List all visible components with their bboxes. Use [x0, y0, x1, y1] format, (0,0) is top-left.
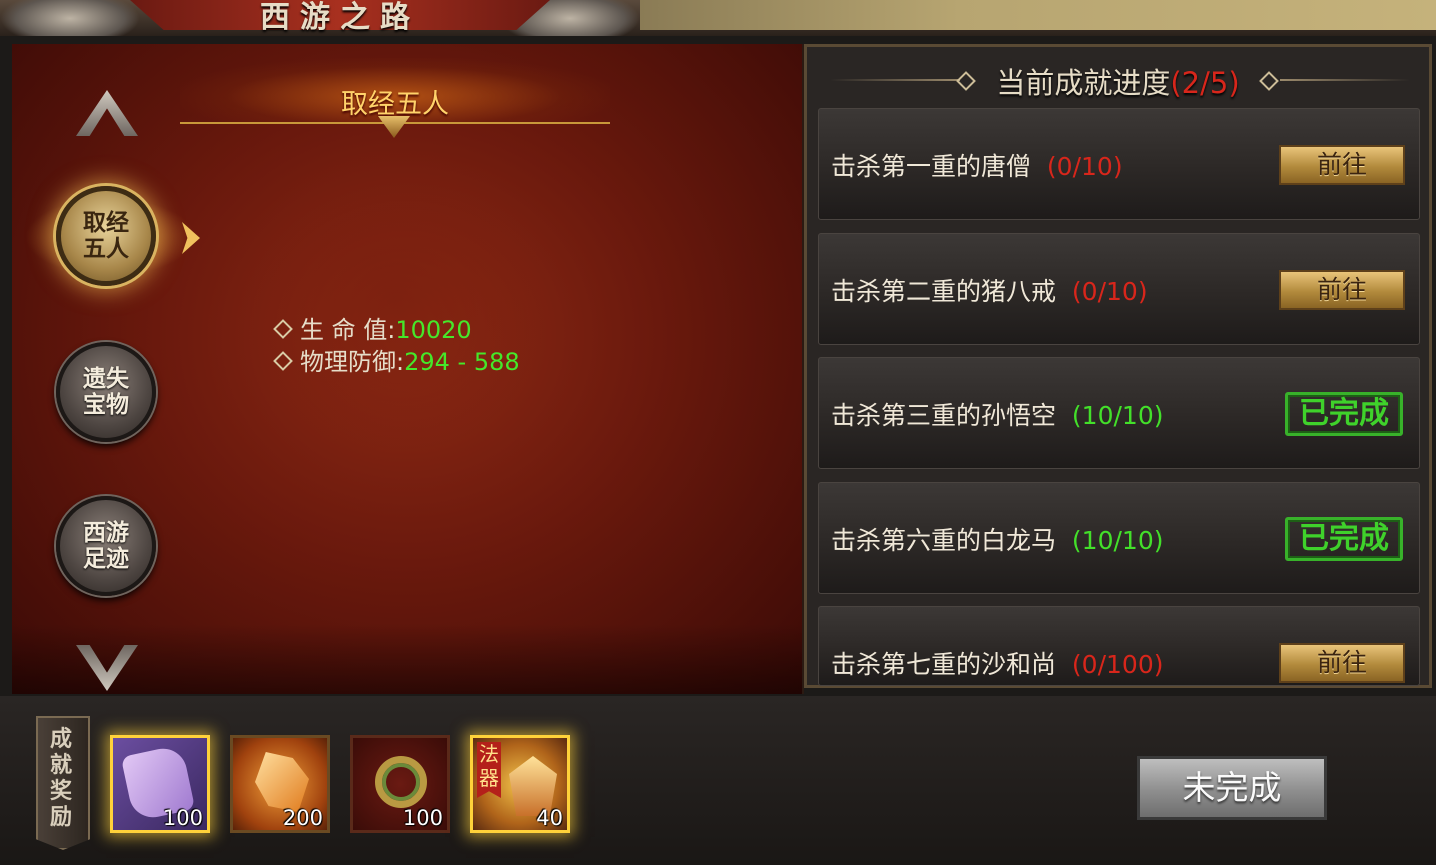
category-label: 取经五人 — [83, 209, 129, 262]
progress-title-text: 当前成就进度 — [996, 66, 1171, 100]
stat-hp: 生 命 值:10020 — [273, 314, 472, 346]
reward-slot[interactable]: 200 — [230, 735, 330, 833]
incomplete-button[interactable]: 未完成 — [1137, 756, 1327, 820]
task-text: 击杀第二重的猪八戒 (0/10) — [831, 272, 1148, 308]
category-button-qujing-wuren[interactable]: 取经五人 — [56, 186, 156, 286]
task-text: 击杀第一重的唐僧 (0/10) — [831, 147, 1123, 183]
category-button-xiyou-zuji[interactable]: 西游足迹 — [56, 496, 156, 596]
stage-title: 取经五人 — [341, 89, 449, 120]
task-count: (10/10) — [1071, 526, 1164, 555]
task-count: (0/100) — [1071, 650, 1164, 679]
task-row: 击杀第三重的孙悟空 (10/10) 已完成 — [818, 357, 1420, 469]
reward-qty: 100 — [402, 806, 443, 830]
stat-physical-defense: 物理防御:294 - 588 — [273, 346, 520, 378]
task-label: 击杀第二重的猪八戒 — [831, 277, 1057, 306]
task-row: 击杀第二重的猪八戒 (0/10) 前往 — [818, 233, 1420, 345]
stat-value: 10020 — [395, 316, 472, 344]
magic-weapon-tag: 法器 — [477, 742, 501, 798]
progress-ratio: (2/5) — [1170, 66, 1240, 100]
task-text: 击杀第三重的孙悟空 (10/10) — [831, 396, 1163, 432]
coin-string-icon — [375, 756, 427, 808]
stat-label: 生 命 值: — [300, 316, 396, 344]
stat-label: 物理防御: — [300, 348, 405, 376]
category-label: 西游足迹 — [83, 519, 129, 572]
category-label: 遗失宝物 — [83, 365, 129, 418]
task-label: 击杀第一重的唐僧 — [831, 152, 1032, 181]
reward-qty: 200 — [282, 806, 323, 830]
task-row: 击杀第六重的白龙马 (10/10) 已完成 — [818, 482, 1420, 594]
goto-button[interactable]: 前往 — [1279, 643, 1405, 683]
bullet-diamond-icon — [273, 351, 293, 371]
bullet-diamond-icon — [273, 319, 293, 339]
progress-title: 当前成就进度(2/5) — [804, 60, 1432, 102]
magic-weapon-tag-text: 法器 — [479, 742, 499, 790]
ore-icon — [255, 752, 309, 812]
completed-stamp: 已完成 — [1285, 392, 1403, 436]
task-count: (0/10) — [1071, 277, 1148, 306]
reward-label-text: 成就奖励 — [49, 726, 72, 830]
reward-qty: 40 — [536, 806, 563, 830]
task-count: (0/10) — [1046, 152, 1123, 181]
reward-slot[interactable]: 100 — [110, 735, 210, 833]
reward-label: 成就奖励 — [36, 726, 86, 830]
task-count: (10/10) — [1071, 401, 1164, 430]
task-text: 击杀第六重的白龙马 (10/10) — [831, 521, 1163, 557]
task-label: 击杀第六重的白龙马 — [831, 526, 1057, 555]
map-strip — [640, 0, 1436, 30]
stat-value: 294 - 588 — [404, 348, 520, 376]
category-button-yishi-baowu[interactable]: 遗失宝物 — [56, 342, 156, 442]
window-title: 西游之路 — [260, 0, 420, 35]
reward-qty: 100 — [162, 806, 203, 830]
task-text: 击杀第七重的沙和尚 (0/100) — [831, 645, 1163, 681]
reward-slot[interactable]: 法器 40 — [470, 735, 570, 833]
task-label: 击杀第七重的沙和尚 — [831, 650, 1057, 679]
completed-stamp: 已完成 — [1285, 517, 1403, 561]
task-label: 击杀第三重的孙悟空 — [831, 401, 1057, 430]
task-row: 击杀第一重的唐僧 (0/10) 前往 — [818, 108, 1420, 220]
reward-slot[interactable]: 100 — [350, 735, 450, 833]
task-row: 击杀第七重的沙和尚 (0/100) 前往 — [818, 606, 1420, 686]
goto-button[interactable]: 前往 — [1279, 270, 1405, 310]
dragon-emblem — [230, 150, 560, 450]
goto-button[interactable]: 前往 — [1279, 145, 1405, 185]
